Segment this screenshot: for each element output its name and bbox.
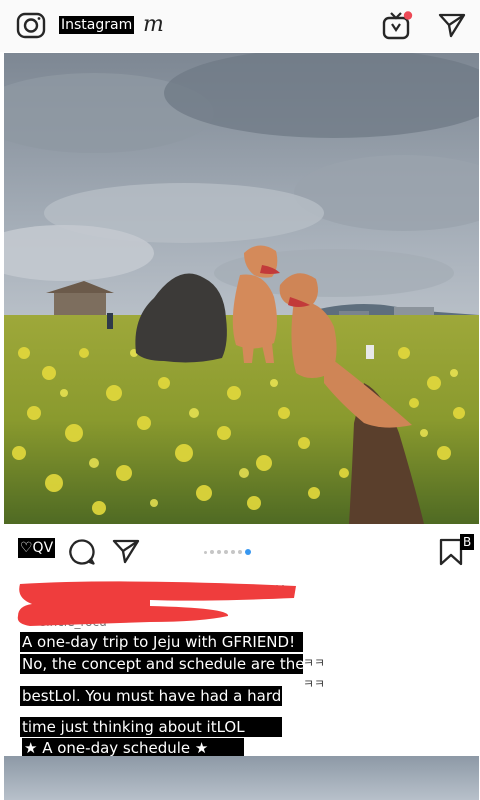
like-button[interactable]: ♡QV [18, 538, 56, 558]
camera-icon[interactable] [16, 11, 46, 39]
carousel-dot [204, 550, 207, 554]
direct-message-icon[interactable] [438, 12, 466, 38]
carousel-dot [238, 550, 242, 554]
carousel-dot [210, 550, 214, 554]
top-app-bar: Instagram m [0, 0, 480, 52]
carousel-indicator [204, 548, 251, 556]
bookmark-label: B [460, 534, 475, 550]
caption-line: No, the concept and schedule are the [20, 654, 305, 674]
caption-line: A one-day trip to Jeju with GFRIEND! [20, 632, 303, 652]
notification-dot [403, 11, 413, 20]
caption-tail-glyph: ㅋㅋ [303, 677, 326, 691]
next-post-photo[interactable] [4, 756, 479, 800]
redacted-username: IU,UJ4 U sincle_rocu [17, 581, 296, 629]
share-icon[interactable] [112, 538, 140, 564]
post-actions-bar: ♡QV B [0, 526, 480, 576]
carousel-dot [217, 550, 221, 554]
comment-icon[interactable] [68, 538, 96, 566]
wordmark-tail: m [143, 12, 164, 37]
app-name-label: Instagram [59, 16, 135, 34]
post-photo[interactable] [4, 53, 479, 524]
caption-line: bestLol. You must have had a hard [20, 686, 282, 706]
carousel-dot [224, 550, 228, 554]
carousel-dot [231, 550, 235, 554]
carousel-dot-active [245, 549, 251, 555]
caption-line: time just thinking about itLOL [20, 717, 282, 737]
caption-tail-glyph: ㅋㅋ [303, 656, 326, 670]
igtv-icon[interactable] [382, 10, 414, 40]
caption-line: ★ A one-day schedule ★ [22, 738, 244, 758]
